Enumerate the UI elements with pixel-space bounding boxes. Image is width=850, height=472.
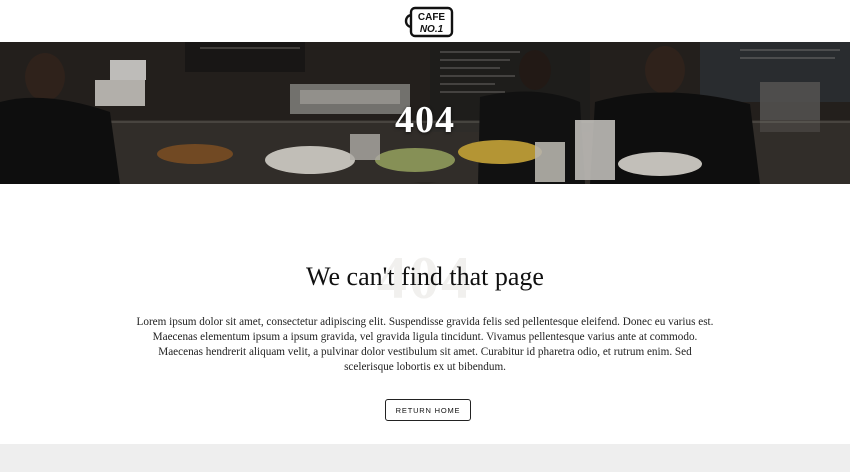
site-header: CAFE NO.1 (0, 0, 850, 42)
cafe-logo-link[interactable]: CAFE NO.1 (402, 6, 454, 38)
coffee-cup-logo-icon: CAFE NO.1 (404, 6, 454, 38)
return-home-button[interactable]: RETURN HOME (385, 399, 471, 421)
logo-text-line1: CAFE (418, 12, 446, 23)
hero-404-title: 404 (395, 99, 455, 141)
hero-banner: 404 (0, 42, 850, 184)
footer-band (0, 444, 850, 472)
logo-text-line2: NO.1 (420, 24, 444, 35)
main-content: 404 We can't find that page Lorem ipsum … (0, 184, 850, 444)
body-paragraph: Lorem ipsum dolor sit amet, consectetur … (136, 316, 714, 373)
page-heading: We can't find that page (306, 262, 544, 291)
